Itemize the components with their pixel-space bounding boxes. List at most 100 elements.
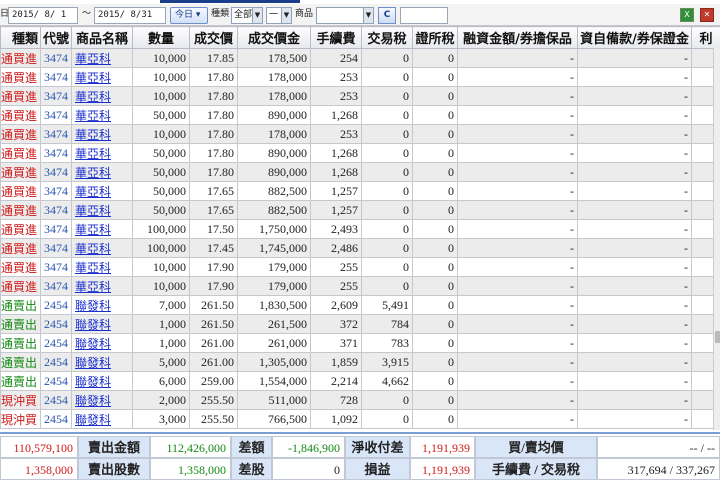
stock-code: 3474	[40, 86, 72, 106]
column-header[interactable]: 成交價金	[237, 26, 311, 49]
trade-tax: 783	[361, 333, 413, 353]
close-panel-icon[interactable]: ✕	[700, 8, 714, 22]
capital-gains-tax: 0	[412, 48, 458, 68]
stock-name-link[interactable]: 華亞科	[71, 257, 133, 277]
amount: 890,000	[237, 143, 311, 163]
trade-type: 普通賣出	[0, 314, 41, 334]
quantity: 100,000	[132, 219, 190, 239]
date-to-input[interactable]: 2015/ 8/31	[94, 7, 166, 24]
fee: 1,859	[310, 352, 362, 372]
table-row[interactable]: 普通買進3474華亞科100,00017.451,745,0002,48600-…	[0, 238, 720, 258]
column-header[interactable]: 交易稅	[361, 26, 413, 49]
column-header[interactable]: 商品名稱	[71, 26, 133, 49]
stock-name-link[interactable]: 華亞科	[71, 143, 133, 163]
chevron-down-icon: ▼	[363, 8, 373, 23]
extra-input[interactable]	[400, 7, 448, 24]
table-row[interactable]: 普通買進3474華亞科50,00017.80890,0001,26800--	[0, 143, 720, 163]
stock-name-link[interactable]: 華亞科	[71, 162, 133, 182]
table-row[interactable]: 普通賣出2454聯發科7,000261.501,830,5002,6095,49…	[0, 295, 720, 315]
excel-export-icon[interactable]: X	[680, 8, 694, 22]
column-header[interactable]: 證所稅	[412, 26, 458, 49]
trade-tax: 784	[361, 314, 413, 334]
column-header[interactable]: 代號	[40, 26, 72, 49]
stock-name-link[interactable]: 聯發科	[71, 314, 133, 334]
column-header[interactable]: 種類	[0, 26, 41, 49]
table-row[interactable]: 普通買進3474華亞科50,00017.65882,5001,25700--	[0, 181, 720, 201]
column-header[interactable]: 成交價	[189, 26, 238, 49]
scroll-thumb[interactable]	[715, 331, 720, 343]
deposit-amount: -	[577, 238, 692, 258]
clear-button[interactable]: C	[378, 7, 396, 24]
stock-name-link[interactable]: 華亞科	[71, 276, 133, 296]
quantity: 6,000	[132, 371, 190, 391]
margin-amount: -	[457, 314, 578, 334]
deposit-amount: -	[577, 124, 692, 144]
type-select[interactable]: 全部 ▼	[231, 7, 263, 24]
column-header[interactable]: 手續費	[310, 26, 362, 49]
table-row[interactable]: 普通買進3474華亞科50,00017.65882,5001,25700--	[0, 200, 720, 220]
table-row[interactable]: 普通買進3474華亞科10,00017.80178,00025300--	[0, 86, 720, 106]
stock-name-link[interactable]: 聯發科	[71, 333, 133, 353]
table-row[interactable]: 普通買進3474華亞科50,00017.80890,0001,26800--	[0, 105, 720, 125]
table-row[interactable]: 普通買進3474華亞科100,00017.501,750,0002,49300-…	[0, 219, 720, 239]
margin-amount: -	[457, 219, 578, 239]
table-row[interactable]: 普通賣出2454聯發科1,000261.00261,0003717830--	[0, 333, 720, 353]
stock-name-link[interactable]: 華亞科	[71, 219, 133, 239]
stock-name-link[interactable]: 聯發科	[71, 295, 133, 315]
capital-gains-tax: 0	[412, 219, 458, 239]
table-row[interactable]: 普通賣出2454聯發科5,000261.001,305,0001,8593,91…	[0, 352, 720, 372]
capital-gains-tax: 0	[412, 333, 458, 353]
amount: 261,500	[237, 314, 311, 334]
stock-name-link[interactable]: 華亞科	[71, 238, 133, 258]
column-header[interactable]: 融資金額/券擔保品	[457, 26, 578, 49]
date-from-input[interactable]: 2015/ 8/ 1	[8, 7, 78, 24]
vertical-scrollbar[interactable]	[713, 48, 720, 430]
stock-name-link[interactable]: 聯發科	[71, 409, 133, 429]
dash-select[interactable]: 一 ▼	[266, 7, 292, 24]
table-row[interactable]: 普通賣出2454聯發科1,000261.50261,5003727840--	[0, 314, 720, 334]
fee: 2,609	[310, 295, 362, 315]
summary-panel: 110,579,100 賣出金額 112,426,000 差額 -1,846,9…	[0, 432, 720, 481]
today-button[interactable]: 今日 ▾	[170, 7, 208, 24]
table-row[interactable]: 現沖買 2454 聯發科 2,000 255.50 511,000 728 0 0- -	[0, 390, 720, 410]
quantity: 10,000	[132, 257, 190, 277]
trade-tax: 5,491	[361, 295, 413, 315]
stock-code: 2454	[40, 390, 72, 410]
fee: 1,268	[310, 143, 362, 163]
trade-tax: 0	[361, 257, 413, 277]
column-header[interactable]: 資自備款/券保證金	[577, 26, 692, 49]
stock-name-link[interactable]: 華亞科	[71, 86, 133, 106]
summary-row-shares: 1,358,000 賣出股數 1,358,000 差股 0 損益 1,191,9…	[0, 458, 720, 480]
product-select[interactable]: ▼	[316, 7, 374, 24]
stock-code: 3474	[40, 105, 72, 125]
stock-name-link[interactable]: 聯發科	[71, 352, 133, 372]
amount: 1,830,500	[237, 295, 311, 315]
stock-name-link[interactable]: 華亞科	[71, 200, 133, 220]
column-header[interactable]: 數量	[132, 26, 190, 49]
stock-name-link[interactable]: 聯發科	[71, 390, 133, 410]
stock-name-link[interactable]: 華亞科	[71, 67, 133, 87]
stock-name-link[interactable]: 聯發科	[71, 371, 133, 391]
stock-name-link[interactable]: 華亞科	[71, 181, 133, 201]
table-row[interactable]: 現沖買 2454 聯發科 3,000 255.50 766,500 1,092 0 0- -	[0, 409, 720, 429]
table-row[interactable]: 普通買進3474華亞科10,00017.90179,00025500--	[0, 257, 720, 277]
stock-name-link[interactable]: 華亞科	[71, 105, 133, 125]
table-row[interactable]: 普通買進3474華亞科10,00017.80178,00025300--	[0, 67, 720, 87]
capital-gains-tax: 0	[412, 238, 458, 258]
fee: 253	[310, 86, 362, 106]
table-row[interactable]: 普通買進3474華亞科50,00017.80890,0001,26800--	[0, 162, 720, 182]
capital-gains-tax: 0	[412, 257, 458, 277]
stock-name-link[interactable]: 華亞科	[71, 124, 133, 144]
quantity: 10,000	[132, 67, 190, 87]
stock-name-link[interactable]: 華亞科	[71, 48, 133, 68]
margin-amount: -	[457, 105, 578, 125]
quantity: 50,000	[132, 162, 190, 182]
margin-amount: -	[457, 238, 578, 258]
table-row[interactable]: 普通買進3474華亞科10,00017.80178,00025300--	[0, 124, 720, 144]
column-header[interactable]: 利	[691, 26, 720, 49]
table-row[interactable]: 普通賣出2454聯發科6,000259.001,554,0002,2144,66…	[0, 371, 720, 391]
quantity: 5,000	[132, 352, 190, 372]
trade-type: 普通買進	[0, 143, 41, 163]
table-row[interactable]: 普通買進3474華亞科10,00017.85178,50025400--	[0, 48, 720, 68]
table-row[interactable]: 普通買進3474華亞科10,00017.90179,00025500--	[0, 276, 720, 296]
